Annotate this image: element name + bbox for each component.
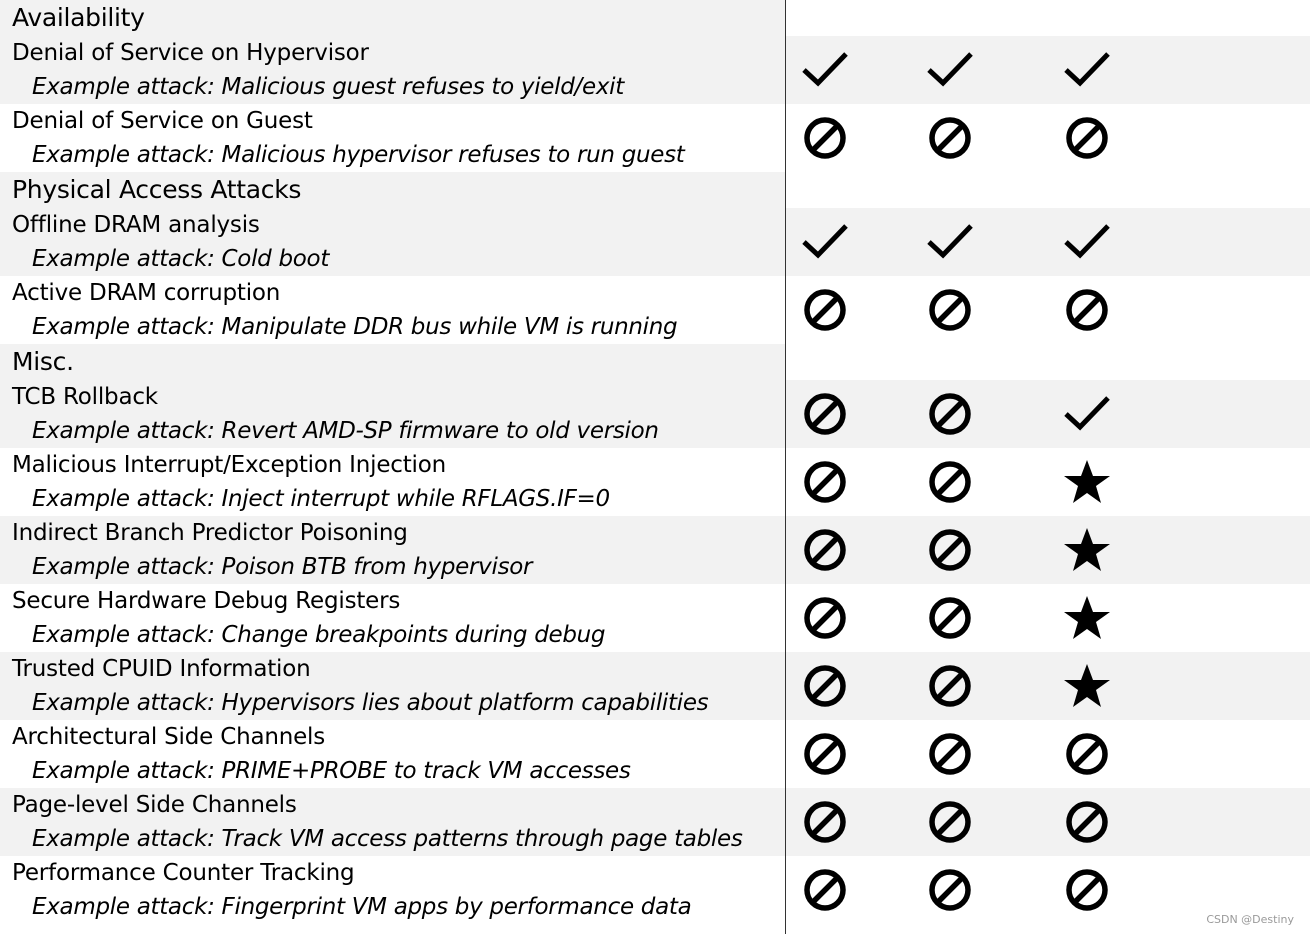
table-row: Trusted CPUID Information Example attack:… [0,652,1310,720]
table-row: Page-level Side Channels Example attack: … [0,788,1310,856]
attack-example: Example attack: Poison BTB from hypervis… [32,554,533,580]
table-row: Malicious Interrupt/Exception Injection E… [0,448,1310,516]
prohibited-icon [926,114,974,162]
prohibited-icon [1063,114,1111,162]
attack-example: Example attack: PRIME+PROBE to track VM … [32,758,631,784]
prohibited-icon [1063,866,1111,914]
table-row: TCB Rollback Example attack: Revert AMD-S… [0,380,1310,448]
attack-example: Example attack: Malicious guest refuses … [32,74,624,100]
prohibited-icon [1063,730,1111,778]
table-row: Offline DRAM analysis Example attack: Col… [0,208,1310,276]
prohibited-icon [926,286,974,334]
attack-title: Denial of Service on Guest [12,108,313,134]
prohibited-icon [801,526,849,574]
attack-title: Performance Counter Tracking [12,860,355,886]
prohibited-icon [801,114,849,162]
check-icon [801,218,849,266]
attack-title: Secure Hardware Debug Registers [12,588,401,614]
attack-title: Architectural Side Channels [12,724,326,750]
check-icon [1063,46,1111,94]
table-row: Architectural Side Channels Example attac… [0,720,1310,788]
prohibited-icon [801,390,849,438]
prohibited-icon [1063,798,1111,846]
table-row: Denial of Service on Guest Example attack… [0,104,1310,172]
prohibited-icon [926,798,974,846]
table-row: Secure Hardware Debug Registers Example a… [0,584,1310,652]
column-divider [785,0,786,934]
prohibited-icon [926,662,974,710]
star-icon [1063,458,1111,506]
prohibited-icon [801,662,849,710]
check-icon [1063,218,1111,266]
section-label: Misc. [12,347,74,376]
prohibited-icon [926,594,974,642]
check-icon [926,46,974,94]
prohibited-icon [801,730,849,778]
prohibited-icon [926,526,974,574]
star-icon [1063,526,1111,574]
section-header-row: Availability [0,0,1310,36]
star-icon [1063,594,1111,642]
check-icon [801,46,849,94]
check-icon [1063,390,1111,438]
attack-title: Page-level Side Channels [12,792,297,818]
check-icon [926,218,974,266]
attack-example: Example attack: Cold boot [32,246,330,272]
attack-example: Example attack: Change breakpoints durin… [32,622,606,648]
star-icon [1063,662,1111,710]
table-row: Indirect Branch Predictor Poisoning Examp… [0,516,1310,584]
prohibited-icon [1063,286,1111,334]
attack-example: Example attack: Manipulate DDR bus while… [32,314,678,340]
prohibited-icon [801,594,849,642]
prohibited-icon [801,458,849,506]
prohibited-icon [926,390,974,438]
attack-title: Denial of Service on Hypervisor [12,40,369,66]
watermark: CSDN @Destiny [1206,913,1294,926]
prohibited-icon [801,798,849,846]
attack-example: Example attack: Track VM access patterns… [32,826,743,852]
attack-title: Indirect Branch Predictor Poisoning [12,520,408,546]
prohibited-icon [926,866,974,914]
attack-title: TCB Rollback [12,384,158,410]
attack-example: Example attack: Inject interrupt while R… [32,486,610,512]
table-row: Performance Counter Tracking Example atta… [0,856,1310,924]
section-header-row: Misc. [0,344,1310,380]
prohibited-icon [801,286,849,334]
section-header-row: Physical Access Attacks [0,172,1310,208]
table-row: Denial of Service on Hypervisor Example a… [0,36,1310,104]
prohibited-icon [926,458,974,506]
prohibited-icon [801,866,849,914]
section-label: Availability [12,3,145,32]
attack-title: Trusted CPUID Information [12,656,311,682]
attack-title: Active DRAM corruption [12,280,281,306]
prohibited-icon [926,730,974,778]
attack-mitigation-table: Availability Denial of Service on Hypervi… [0,0,1310,934]
attack-example: Example attack: Hypervisors lies about p… [32,690,709,716]
table-row: Active DRAM corruption Example attack: Ma… [0,276,1310,344]
attack-example: Example attack: Revert AMD-SP firmware t… [32,418,659,444]
attack-example: Example attack: Fingerprint VM apps by p… [32,894,692,920]
section-header-background [0,344,785,380]
attack-title: Malicious Interrupt/Exception Injection [12,452,446,478]
attack-example: Example attack: Malicious hypervisor ref… [32,142,685,168]
attack-title: Offline DRAM analysis [12,212,260,238]
section-label: Physical Access Attacks [12,175,302,204]
